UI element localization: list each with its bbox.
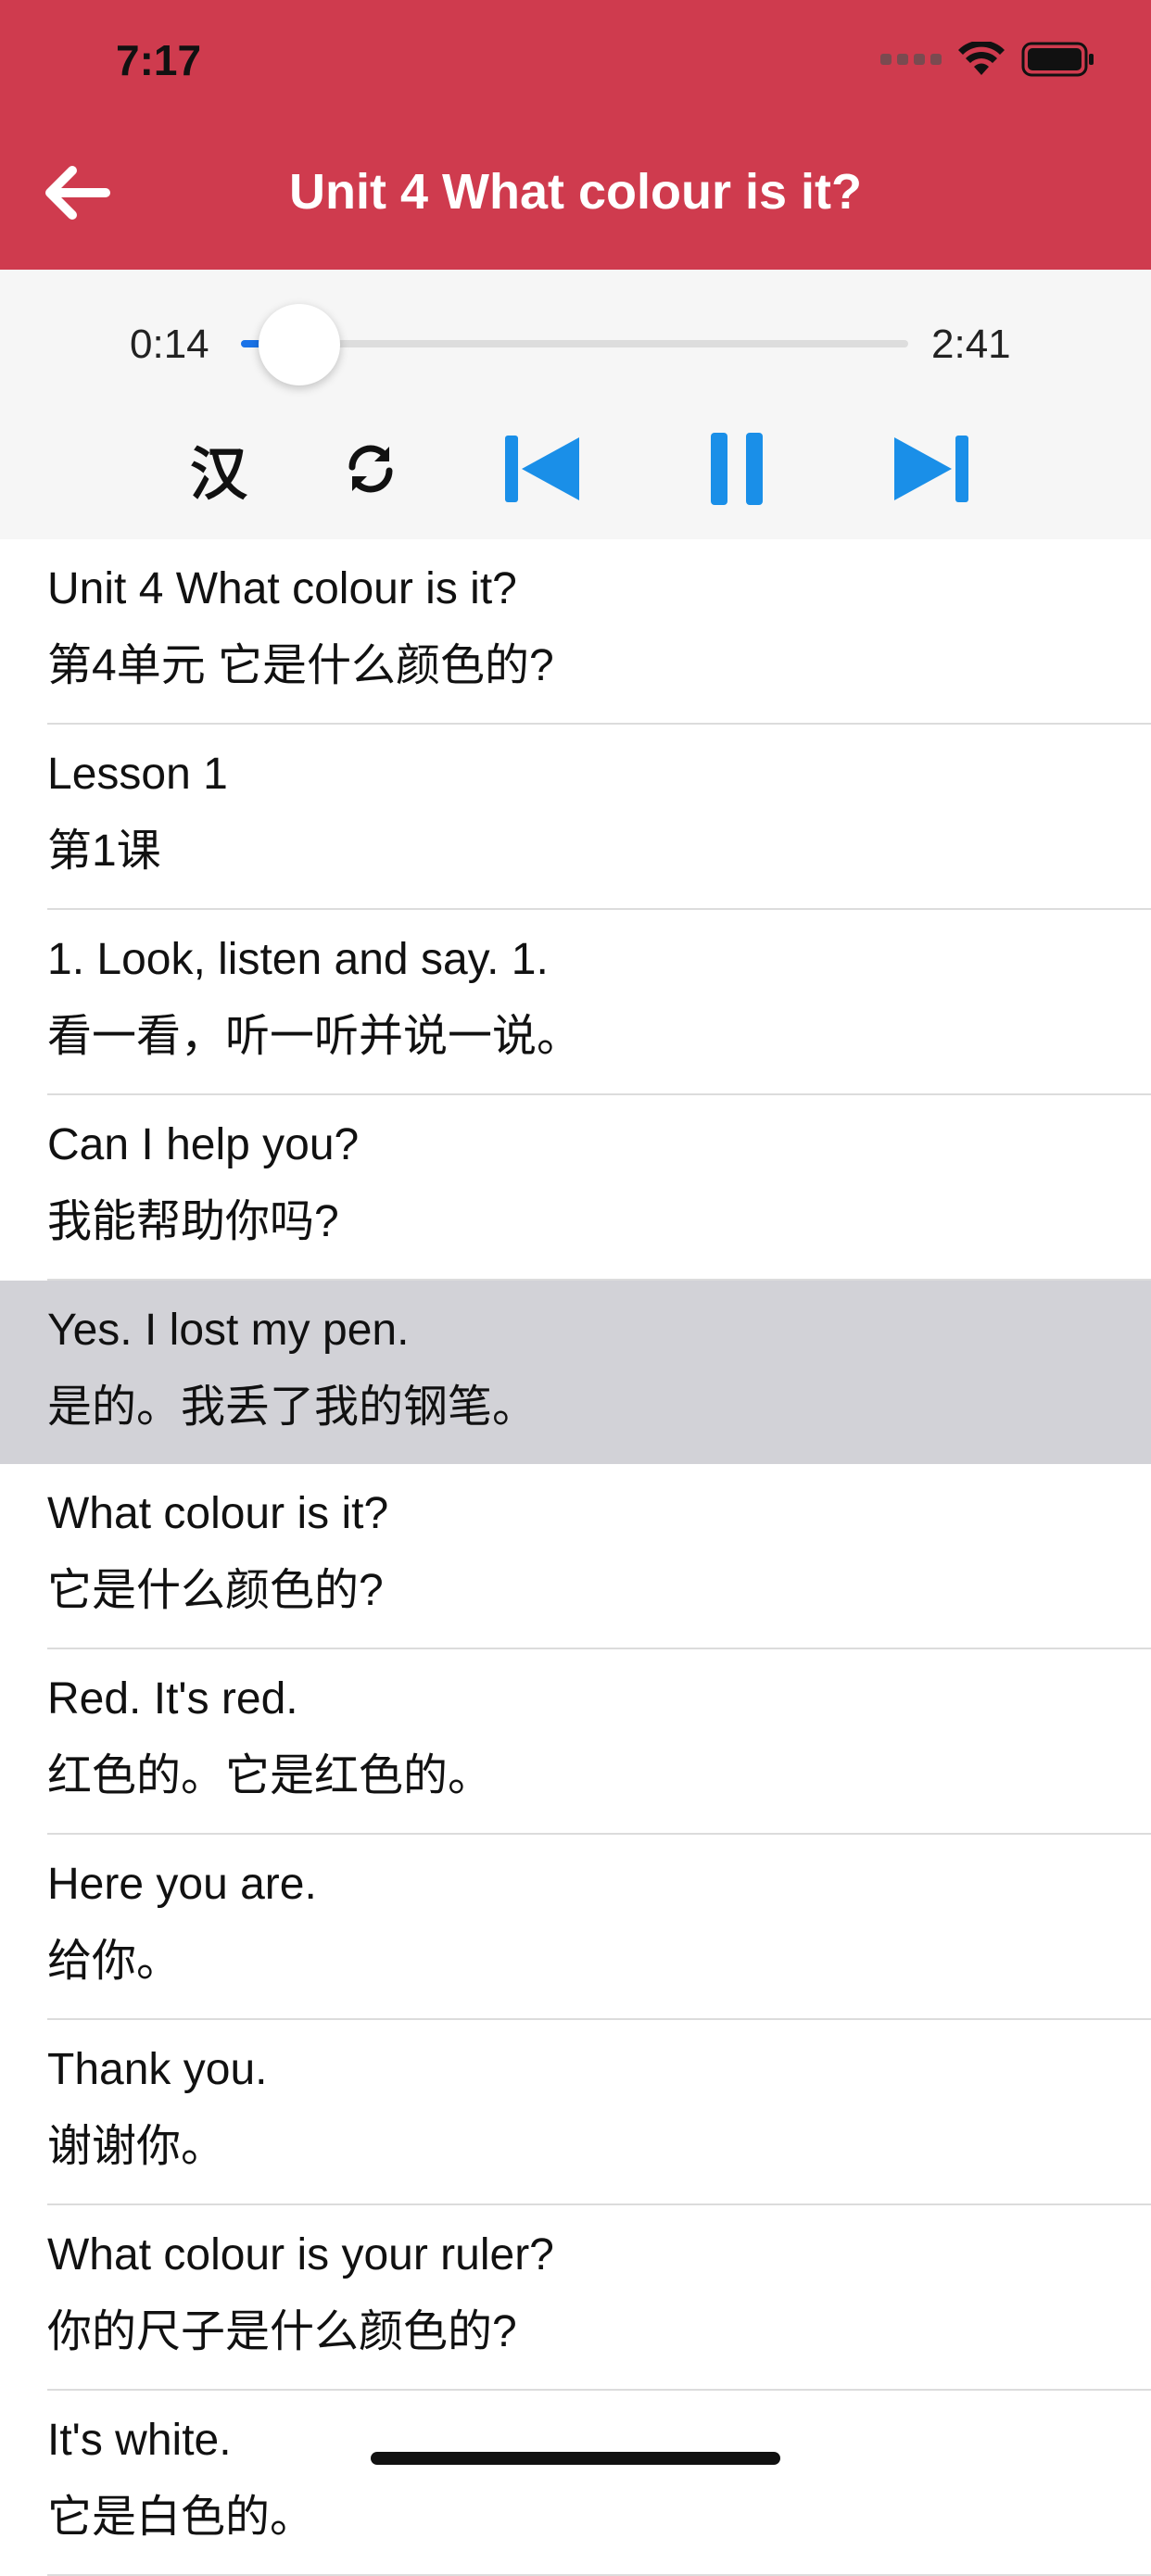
- sentence-row[interactable]: Here you are. 给你。: [47, 1835, 1151, 2020]
- pause-button[interactable]: [690, 427, 783, 511]
- sentence-english: Lesson 1: [47, 750, 228, 799]
- sentence-english: Red. It's red.: [47, 1674, 298, 1724]
- sentence-chinese: 我能帮助你吗?: [47, 1197, 339, 1246]
- slider-thumb[interactable]: [258, 304, 340, 385]
- home-indicator[interactable]: [371, 2452, 780, 2465]
- sentence-english: It's white.: [47, 2416, 232, 2465]
- sentence-chinese: 看一看，听一听并说一说。: [47, 1012, 582, 1061]
- sentence-chinese: 给你。: [47, 1937, 182, 1986]
- sentence-row[interactable]: What colour is it? 它是什么颜色的?: [47, 1464, 1151, 1649]
- hanzi-toggle-button[interactable]: 汉: [182, 427, 256, 511]
- battery-icon: [1021, 42, 1094, 77]
- skip-previous-icon: [505, 436, 579, 502]
- sentence-row[interactable]: It's white. 它是白色的。: [47, 2391, 1151, 2576]
- sentence-row[interactable]: Thank you. 谢谢你。: [47, 2020, 1151, 2205]
- sentence-chinese: 它是什么颜色的?: [47, 1566, 384, 1615]
- next-button[interactable]: [885, 427, 978, 511]
- page-title: Unit 4 What colour is it?: [289, 164, 862, 220]
- total-time: 2:41: [931, 322, 1011, 367]
- sentence-list: Unit 4 What colour is it? 第4单元 它是什么颜色的? …: [0, 539, 1151, 2576]
- sentence-row[interactable]: 1. Look, listen and say. 1. 看一看，听一听并说一说。: [47, 910, 1151, 1095]
- sentence-row[interactable]: What colour is your ruler? 你的尺子是什么颜色的?: [47, 2205, 1151, 2391]
- sentence-chinese: 你的尺子是什么颜色的?: [47, 2307, 517, 2356]
- sentence-chinese: 是的。我丢了我的钢笔。: [47, 1383, 538, 1432]
- repeat-button[interactable]: [334, 427, 408, 511]
- sentence-english: What colour is it?: [47, 1489, 389, 1538]
- progress-slider[interactable]: [241, 304, 908, 385]
- status-time: 7:17: [116, 36, 202, 84]
- nav-header: 7:17 Unit 4 What colour is it?: [0, 0, 1151, 270]
- wifi-icon: [958, 42, 1005, 75]
- sentence-english: Here you are.: [47, 1860, 317, 1909]
- audio-player: 0:14 2:41 汉: [0, 270, 1151, 539]
- previous-button[interactable]: [496, 427, 588, 511]
- sentence-chinese: 第1课: [47, 827, 161, 876]
- sentence-english: Can I help you?: [47, 1120, 360, 1169]
- sentence-english: Yes. I lost my pen.: [47, 1306, 410, 1355]
- elapsed-time: 0:14: [130, 322, 209, 367]
- repeat-icon: [348, 445, 393, 493]
- sentence-english: Thank you.: [47, 2045, 268, 2094]
- sentence-row[interactable]: Can I help you? 我能帮助你吗?: [47, 1095, 1151, 1281]
- sentence-english: What colour is your ruler?: [47, 2230, 554, 2279]
- sentence-chinese: 谢谢你。: [47, 2122, 226, 2171]
- sentence-row-active[interactable]: Yes. I lost my pen. 是的。我丢了我的钢笔。: [0, 1281, 1151, 1464]
- cellular-signal-icon: [880, 54, 942, 65]
- status-icons: [880, 41, 1095, 78]
- sentence-row[interactable]: Red. It's red. 红色的。它是红色的。: [47, 1649, 1151, 1835]
- sentence-row[interactable]: Unit 4 What colour is it? 第4单元 它是什么颜色的?: [47, 539, 1151, 725]
- sentence-chinese: 第4单元 它是什么颜色的?: [47, 641, 554, 690]
- sentence-english: 1. Look, listen and say. 1.: [47, 935, 549, 984]
- sentence-chinese: 它是白色的。: [47, 2493, 315, 2542]
- sentence-row[interactable]: Lesson 1 第1课: [47, 725, 1151, 910]
- pause-icon: [711, 433, 763, 505]
- sentence-english: Unit 4 What colour is it?: [47, 564, 517, 613]
- sentence-chinese: 红色的。它是红色的。: [47, 1751, 493, 1800]
- skip-next-icon: [894, 436, 968, 502]
